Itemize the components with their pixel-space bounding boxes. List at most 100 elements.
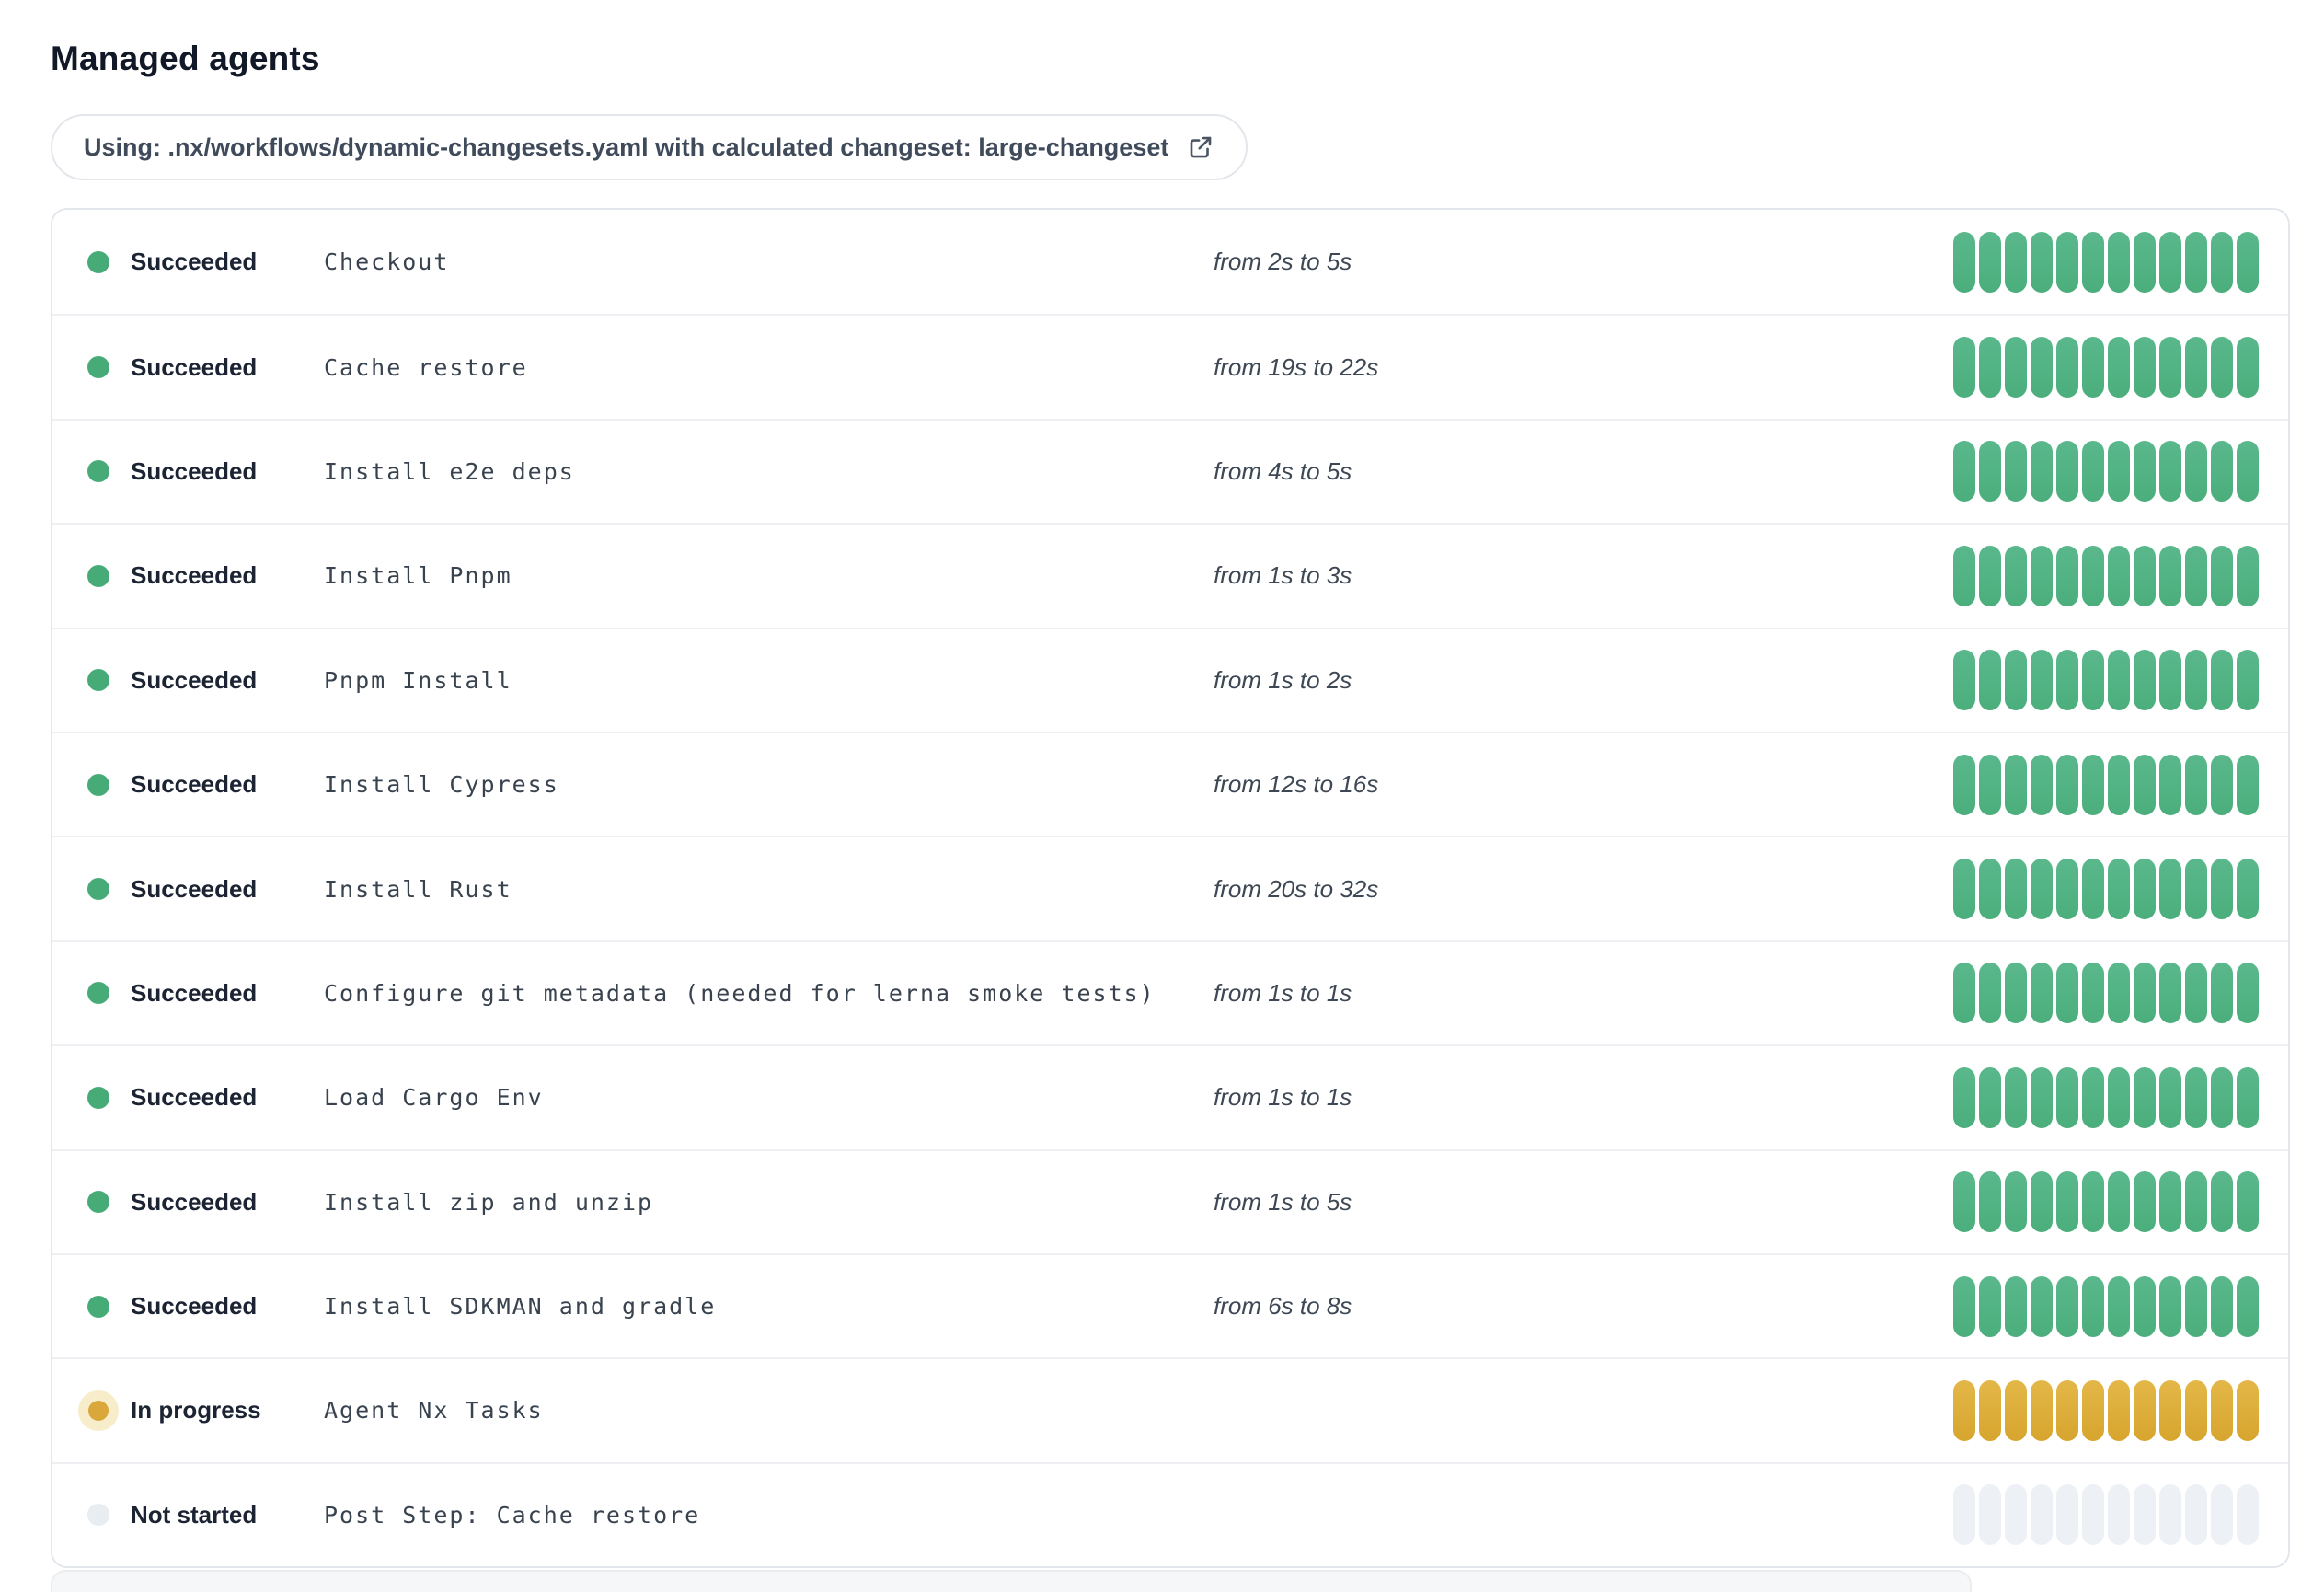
progress-segment xyxy=(2005,754,2027,815)
progress-segment xyxy=(2159,545,2181,606)
progress-segment xyxy=(2237,859,2259,920)
succeeded-dot xyxy=(87,1295,109,1318)
step-name: Load Cargo Env xyxy=(324,1084,544,1112)
progress-segment xyxy=(2031,231,2053,293)
agent-row: Succeeded Install zip and unzip from 1s … xyxy=(52,1148,2288,1253)
progress-segment xyxy=(1953,650,1975,711)
progress-segment xyxy=(1953,1379,1975,1441)
progress-segment xyxy=(1953,754,1975,815)
progress-segment xyxy=(2134,963,2156,1024)
progress-segment xyxy=(1979,650,2001,711)
step-name: Install SDKMAN and gradle xyxy=(324,1293,717,1321)
progress-segment xyxy=(2237,441,2259,502)
status-dot-cell xyxy=(87,982,131,1005)
status-label: Succeeded xyxy=(131,248,258,276)
progress-segment xyxy=(2108,1379,2130,1441)
progress-segment xyxy=(2159,231,2181,293)
progress-segment xyxy=(2031,1171,2053,1233)
progress-segment xyxy=(2211,231,2233,293)
progress-segment xyxy=(2108,1275,2130,1337)
progress-segment xyxy=(2005,1171,2027,1233)
page-title: Managed agents xyxy=(51,40,320,77)
progress-segment xyxy=(2056,963,2078,1024)
agent-row: Succeeded Checkout from 2s to 5s xyxy=(52,210,2288,315)
progress-segment xyxy=(2134,545,2156,606)
progress-segment xyxy=(1979,1171,2001,1233)
progress-segment xyxy=(2134,231,2156,293)
progress-segments xyxy=(1953,1171,2259,1233)
progress-segment xyxy=(2159,441,2181,502)
status-dot-cell xyxy=(87,1086,131,1109)
progress-segment xyxy=(2108,337,2130,398)
status-label: Succeeded xyxy=(131,874,258,903)
progress-segment xyxy=(2185,231,2207,293)
progress-segments xyxy=(1953,1275,2259,1337)
progress-segment xyxy=(2031,545,2053,606)
progress-segment xyxy=(2056,754,2078,815)
progress-segment xyxy=(2211,441,2233,502)
status-dot-cell xyxy=(87,356,131,379)
workflow-link-pill[interactable]: Using: .nx/workflows/dynamic-changesets.… xyxy=(51,114,1248,180)
progress-segment xyxy=(1953,859,1975,920)
progress-segment xyxy=(2056,859,2078,920)
step-name: Agent Nx Tasks xyxy=(324,1397,544,1425)
agent-row: Succeeded Cache restore from 19s to 22s xyxy=(52,314,2288,419)
progress-segment xyxy=(2108,1067,2130,1128)
progress-segment xyxy=(1953,441,1975,502)
progress-segment xyxy=(1979,1379,2001,1441)
step-timing: from 1s to 1s xyxy=(1214,1083,1352,1112)
progress-segment xyxy=(2108,441,2130,502)
agent-row: Succeeded Install e2e deps from 4s to 5s xyxy=(52,418,2288,524)
step-name: Install Pnpm xyxy=(324,562,512,590)
progress-segment xyxy=(1979,963,2001,1024)
progress-segment xyxy=(2031,754,2053,815)
progress-segment xyxy=(2185,441,2207,502)
progress-segment xyxy=(2237,1275,2259,1337)
progress-segment xyxy=(1953,963,1975,1024)
succeeded-dot xyxy=(87,878,109,901)
status-dot-cell xyxy=(87,250,131,273)
progress-segment xyxy=(2082,859,2104,920)
workflow-link-label: Using: .nx/workflows/dynamic-changesets.… xyxy=(84,133,1169,161)
managed-agents-page: Managed agents Using: .nx/workflows/dyna… xyxy=(0,0,2324,1592)
succeeded-dot xyxy=(87,250,109,273)
succeeded-dot xyxy=(87,460,109,483)
progress-segment xyxy=(2185,963,2207,1024)
progress-segment xyxy=(2134,859,2156,920)
progress-segment xyxy=(1953,1171,1975,1233)
progress-segment xyxy=(2159,963,2181,1024)
progress-segment xyxy=(2237,1067,2259,1128)
progress-segment xyxy=(1953,1067,1975,1128)
progress-segment xyxy=(2159,1275,2181,1337)
progress-segment xyxy=(2185,1171,2207,1233)
progress-segment xyxy=(2134,1171,2156,1233)
progress-segment xyxy=(2211,963,2233,1024)
succeeded-dot xyxy=(87,669,109,692)
progress-segment xyxy=(2056,545,2078,606)
progress-segment xyxy=(2082,1171,2104,1233)
progress-segment xyxy=(2082,1067,2104,1128)
progress-segments xyxy=(1953,1379,2259,1441)
agent-row: Succeeded Pnpm Install from 1s to 2s xyxy=(52,627,2288,732)
status-dot-cell xyxy=(87,773,131,796)
step-timing: from 4s to 5s xyxy=(1214,456,1352,485)
progress-segment xyxy=(1953,545,1975,606)
progress-segment xyxy=(1979,1275,2001,1337)
progress-segment xyxy=(2159,337,2181,398)
progress-segment xyxy=(2108,754,2130,815)
succeeded-dot xyxy=(87,356,109,379)
step-name: Install zip and unzip xyxy=(324,1188,654,1216)
progress-segments xyxy=(1953,859,2259,920)
progress-segment xyxy=(2005,231,2027,293)
progress-segment xyxy=(1979,1484,2001,1546)
agent-row: Succeeded Configure git metadata (needed… xyxy=(52,940,2288,1045)
progress-segment xyxy=(2237,1171,2259,1233)
step-name: Install e2e deps xyxy=(324,457,575,485)
progress-segment xyxy=(1979,441,2001,502)
progress-segments xyxy=(1953,337,2259,398)
progress-segment xyxy=(2108,1171,2130,1233)
progress-segment xyxy=(2159,1067,2181,1128)
step-name: Pnpm Install xyxy=(324,666,512,694)
progress-segment xyxy=(2237,231,2259,293)
progress-segment xyxy=(2056,650,2078,711)
